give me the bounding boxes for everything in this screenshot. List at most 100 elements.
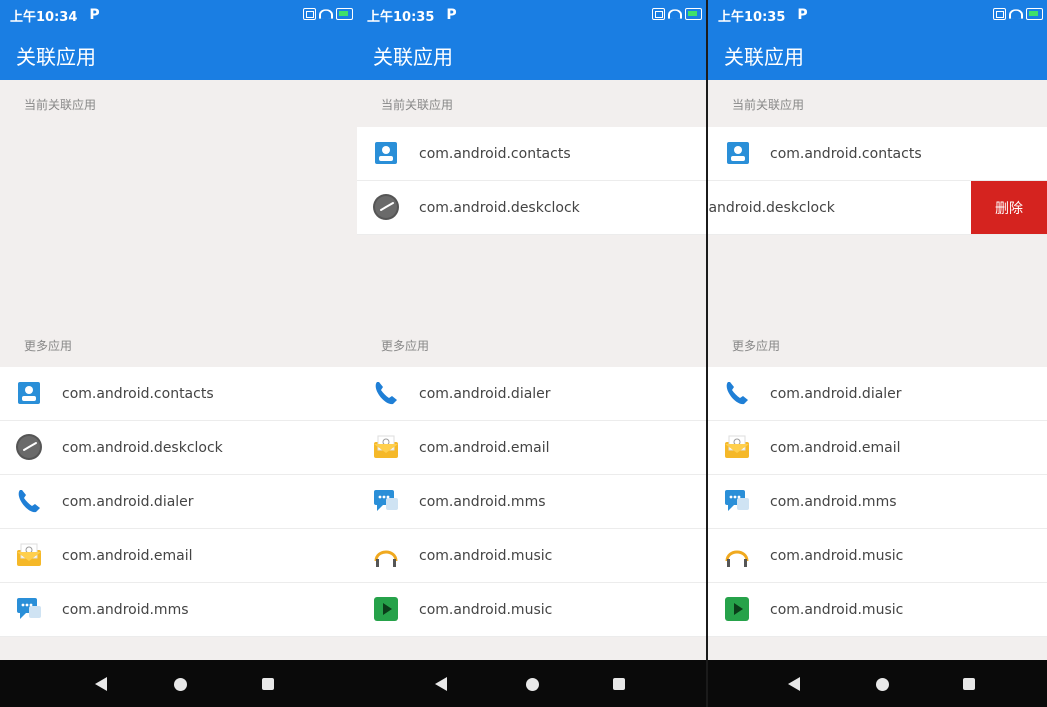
phone-icon [722,378,752,408]
list-item[interactable]: com.android.music [708,583,1047,637]
list-item[interactable]: com.android.dialer [357,367,706,421]
email-icon [14,540,44,570]
battery-icon [685,8,702,20]
list-item[interactable]: com.android.contacts [357,127,706,181]
app-name: com.android.music [770,601,904,618]
mms-icon [14,594,44,624]
section-more-apps-label: 更多应用 [0,323,357,367]
play-icon [371,594,401,624]
screen-1: 上午10:34 P 关联应用 当前关联应用 更多应用 com.android.c… [0,0,357,707]
app-name: com.android.contacts [770,145,922,162]
app-name: com.android.contacts [62,385,214,402]
app-name: com.android.contacts [419,145,571,162]
nav-recents-icon[interactable] [262,678,274,690]
screen-cast-icon [993,8,1006,20]
nav-recents-icon[interactable] [613,678,625,690]
list-item[interactable]: com.android.music [357,529,706,583]
app-name: com.android.dialer [419,385,551,402]
app-name: com.android.music [419,601,553,618]
email-icon [722,432,752,462]
section-current-apps-label: 当前关联应用 [708,82,1047,126]
nav-home-icon[interactable] [526,678,539,691]
phone-icon [14,486,44,516]
system-icons [652,8,702,20]
status-bar: 上午10:35 P [708,0,1047,30]
list-item[interactable]: com.android.mms [357,475,706,529]
list-item[interactable]: com.android.dialer [0,475,357,529]
nav-back-icon[interactable] [95,677,107,691]
nav-back-icon[interactable] [788,677,800,691]
list-item[interactable]: com.android.deskclock [0,421,357,475]
page-title: 关联应用 [708,30,1047,80]
list-item[interactable]: com.android.contacts [0,367,357,421]
list-item[interactable]: com.android.music [357,583,706,637]
nav-home-icon[interactable] [876,678,889,691]
phone-icon [371,378,401,408]
contacts-icon [723,138,753,168]
contacts-icon [371,138,401,168]
app-name: com.android.mms [770,493,897,510]
app-name: com.android.mms [62,601,189,618]
notification-p-icon: P [89,7,100,23]
app-name: com.android.deskclock [419,199,580,216]
section-current-apps-label: 当前关联应用 [0,82,357,126]
delete-button[interactable]: 删除 [971,181,1047,234]
app-name: com.android.mms [419,493,546,510]
app-name: com.android.email [62,547,193,564]
email-icon [371,432,401,462]
app-name: com.android.dialer [62,493,194,510]
list-item[interactable]: com.android.contacts [708,127,1047,181]
navigation-bar [0,660,357,707]
notification-p-icon: P [797,7,808,23]
list-item[interactable]: com.android.email [0,529,357,583]
list-item[interactable]: com.android.email [357,421,706,475]
battery-icon [1026,8,1043,20]
screen-2: 上午10:35 P 关联应用 当前关联应用 com.android.contac… [357,0,706,707]
nav-back-icon[interactable] [435,677,447,691]
contacts-icon [14,378,44,408]
headphones-icon [722,540,752,570]
section-current-apps-label: 当前关联应用 [357,82,706,126]
app-name: .android.deskclock [708,199,835,216]
list-item-swiped[interactable]: .android.deskclock 删除 [708,181,1047,235]
play-icon [722,594,752,624]
page-title: 关联应用 [0,30,357,80]
screen-3: 上午10:35 P 关联应用 当前关联应用 com.android.contac… [708,0,1047,707]
list-item[interactable]: com.android.deskclock [357,181,706,235]
status-time: 上午10:35 [718,9,786,25]
list-item[interactable]: com.android.mms [708,475,1047,529]
wifi-icon [319,9,333,19]
status-time: 上午10:35 [367,9,435,25]
screen-cast-icon [303,8,316,20]
clock-icon [14,432,44,462]
clock-icon [371,192,401,222]
app-name: com.android.music [770,547,904,564]
screen-cast-icon [652,8,665,20]
mms-icon [722,486,752,516]
wifi-icon [668,9,682,19]
list-item[interactable]: com.android.email [708,421,1047,475]
navigation-bar [708,660,1047,707]
notification-p-icon: P [446,7,457,23]
system-icons [303,8,353,20]
list-item[interactable]: com.android.music [708,529,1047,583]
nav-recents-icon[interactable] [963,678,975,690]
battery-icon [336,8,353,20]
section-more-apps-label: 更多应用 [708,323,1047,367]
app-name: com.android.music [419,547,553,564]
app-name: com.android.dialer [770,385,902,402]
nav-home-icon[interactable] [174,678,187,691]
app-name: com.android.email [419,439,550,456]
headphones-icon [371,540,401,570]
app-name: com.android.email [770,439,901,456]
list-item[interactable]: com.android.mms [0,583,357,637]
section-more-apps-label: 更多应用 [357,323,706,367]
wifi-icon [1009,9,1023,19]
status-bar: 上午10:34 P [0,0,357,30]
navigation-bar [357,660,706,707]
list-item[interactable]: com.android.dialer [708,367,1047,421]
page-title: 关联应用 [357,30,706,80]
app-name: com.android.deskclock [62,439,223,456]
mms-icon [371,486,401,516]
status-bar: 上午10:35 P [357,0,706,30]
